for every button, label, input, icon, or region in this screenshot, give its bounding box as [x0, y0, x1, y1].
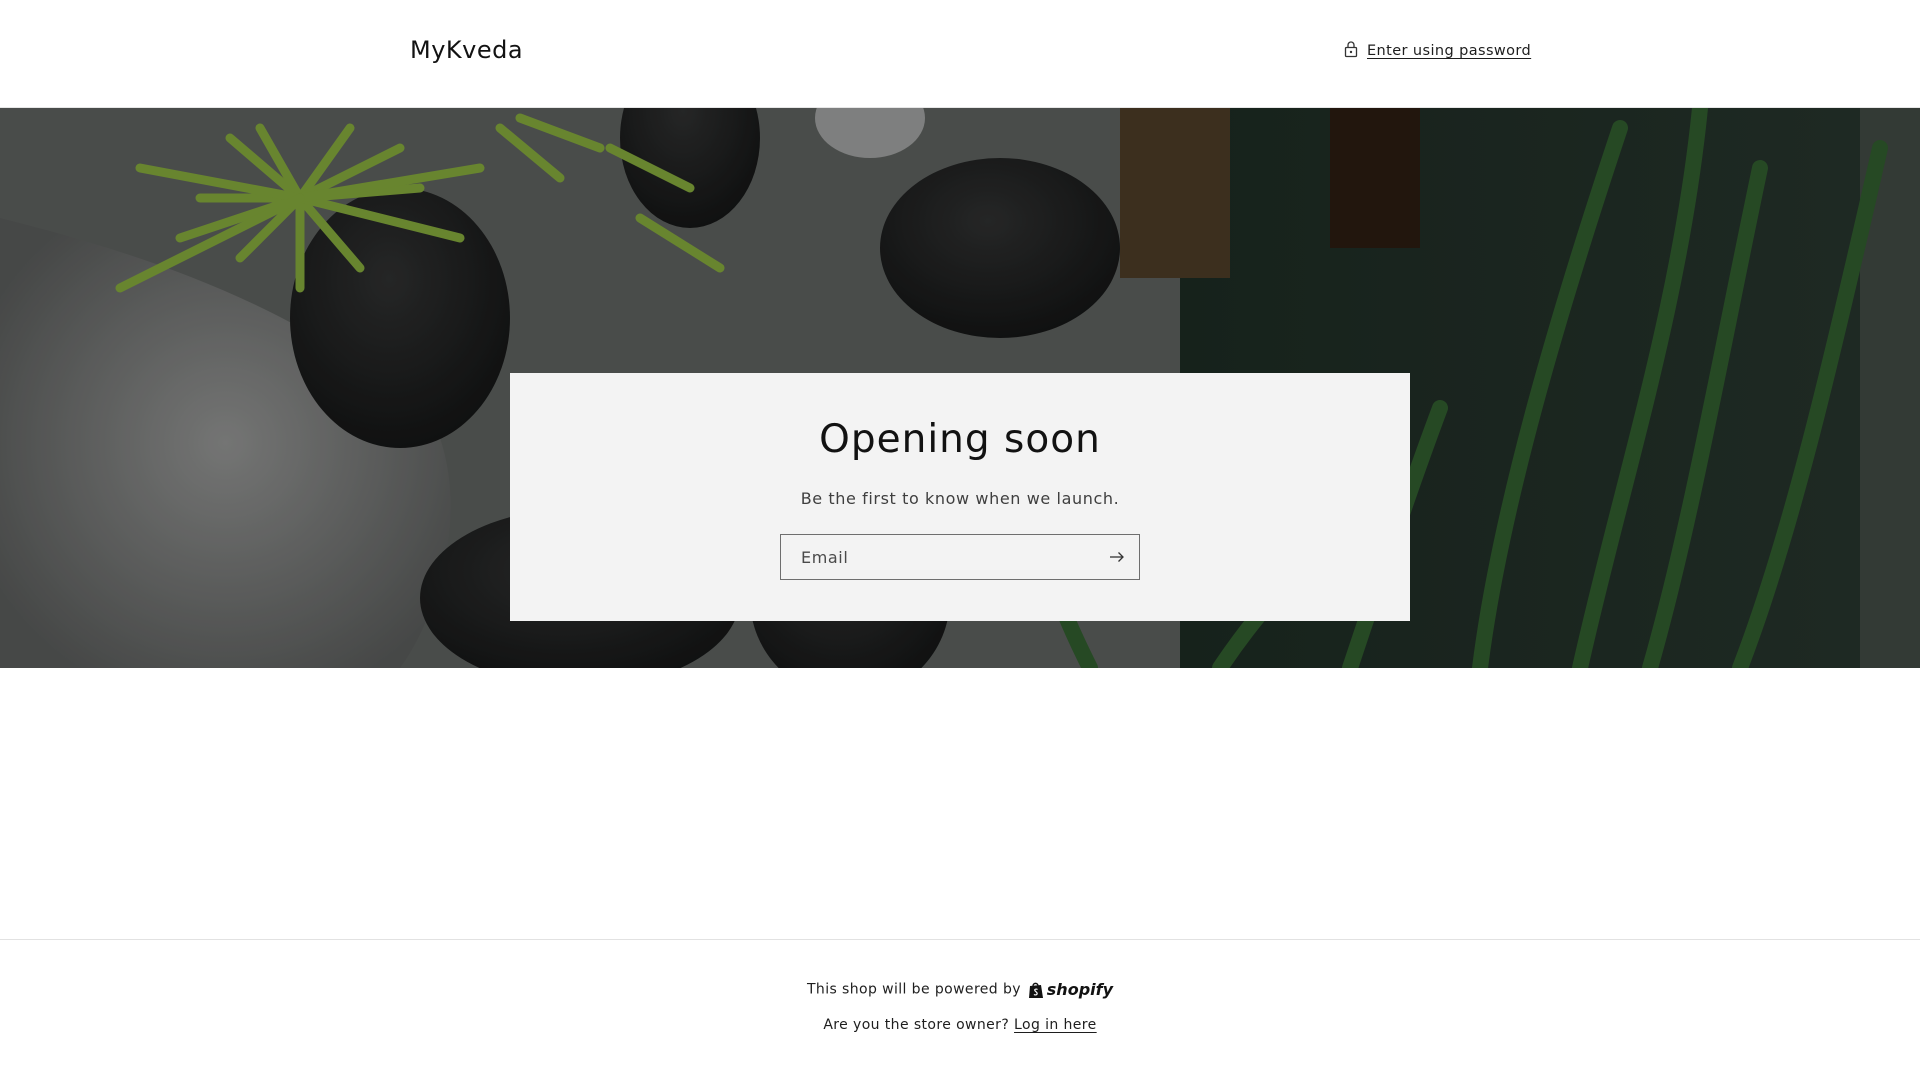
- footer-divider: [0, 939, 1920, 940]
- hero-banner: Opening soon Be the first to know when w…: [0, 108, 1920, 668]
- shopify-bag-icon: [1028, 982, 1043, 998]
- arrow-right-icon: [1110, 552, 1124, 562]
- log-in-link[interactable]: Log in here: [1014, 1017, 1097, 1033]
- enter-password-label: Enter using password: [1367, 43, 1532, 59]
- launch-subtitle: Be the first to know when we launch.: [800, 489, 1120, 508]
- store-owner-line: Are you the store owner? Log in here: [0, 1017, 1920, 1033]
- powered-by-line: This shop will be powered by shopify: [0, 980, 1920, 999]
- powered-by-text: This shop will be powered by: [806, 981, 1021, 998]
- newsletter-card: Opening soon Be the first to know when w…: [510, 373, 1410, 621]
- enter-password-link[interactable]: Enter using password: [1343, 40, 1531, 62]
- store-owner-text: Are you the store owner?: [823, 1017, 1010, 1033]
- site-header: MyKveda Enter using password: [0, 0, 1920, 108]
- shopify-wordmark: shopify: [1046, 980, 1114, 999]
- store-name[interactable]: MyKveda: [410, 36, 523, 64]
- opening-soon-heading: Opening soon: [819, 417, 1101, 462]
- email-submit-button[interactable]: [1095, 535, 1139, 579]
- email-input[interactable]: [781, 535, 1081, 579]
- email-form: [780, 534, 1140, 580]
- lock-icon: [1343, 40, 1359, 62]
- shopify-logo[interactable]: shopify: [1028, 980, 1113, 999]
